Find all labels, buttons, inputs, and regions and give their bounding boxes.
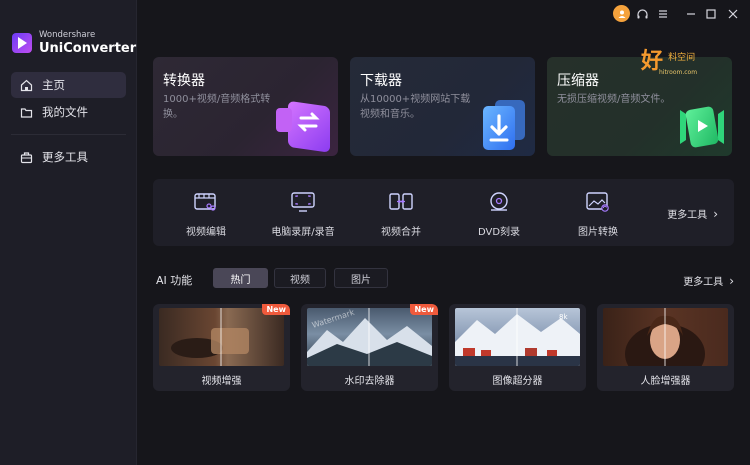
download-icon [483, 100, 525, 150]
tool-video-merge[interactable]: 视频合并 [356, 179, 446, 246]
video-enhance-thumbnail [159, 308, 284, 366]
tab-label: 视频 [290, 274, 310, 286]
dvd-icon [490, 192, 508, 211]
compressor-card[interactable]: 压缩器 无损压缩视频/音频文件。 [547, 57, 732, 156]
card-title: 下载器 [360, 73, 402, 89]
tool-label: 电脑录屏/录音 [271, 227, 335, 238]
maximize-icon[interactable] [702, 5, 720, 23]
video-edit-icon [194, 193, 216, 211]
tool-image-convert[interactable]: 图片转换 [553, 179, 643, 246]
sidebar-item-label: 主页 [42, 78, 65, 92]
sidebar-item-label: 我的文件 [42, 105, 88, 119]
converter-icon [276, 101, 330, 152]
sidebar-divider [11, 134, 126, 135]
converter-card[interactable]: 转换器 1000+视频/音频格式转换。 [153, 57, 338, 156]
ai-section-title: AI 功能 [156, 274, 193, 287]
card-description: 1000+视频/音频格式转换。 [163, 94, 271, 120]
new-badge: New [410, 304, 438, 315]
avatar-icon[interactable] [613, 5, 630, 22]
close-icon[interactable] [724, 5, 742, 23]
card-title: 转换器 [163, 73, 205, 89]
ai-card-video-enhance[interactable]: New 视频增强 [153, 304, 290, 391]
headset-icon[interactable] [633, 5, 651, 23]
image-upscaler-thumbnail: 8k [455, 308, 580, 366]
chevron-right-icon: › [729, 273, 734, 288]
ai-card-face-enhancer[interactable]: 人脸增强器 [597, 304, 734, 391]
menu-icon[interactable] [654, 5, 672, 23]
card-title: 压缩器 [557, 73, 599, 89]
watermark-overlay-text: Watermark [311, 308, 356, 330]
downloader-card[interactable]: 下载器 从10000+视频网站下载视频和音乐。 [350, 57, 535, 156]
ai-more-tools-link[interactable]: 更多工具 › [683, 273, 734, 289]
new-badge: New [262, 304, 290, 315]
face-enhancer-thumbnail [603, 308, 728, 366]
tool-label: 视频合并 [381, 227, 421, 238]
tool-label: 图片转换 [578, 227, 618, 238]
app-name: UniConverter [39, 40, 137, 56]
sidebar-item-home[interactable]: 主页 [11, 72, 126, 98]
ai-card-label: 图像超分器 [492, 376, 543, 387]
sidebar-item-my-files[interactable]: 我的文件 [11, 99, 126, 125]
chevron-right-icon: › [713, 206, 718, 221]
sidebar: Wondershare UniConverter 主页 我的文件 更多工具 [0, 0, 137, 465]
merge-icon [389, 193, 413, 210]
more-tools-label: 更多工具 [667, 210, 708, 221]
tool-video-edit[interactable]: 视频编辑 [161, 179, 251, 246]
ai-card-watermark-remover[interactable]: Watermark New 水印去除器 [301, 304, 438, 391]
tool-dvd-burn[interactable]: DVD刻录 [454, 179, 544, 246]
ai-card-image-upscaler[interactable]: 8k 图像超分器 [449, 304, 586, 391]
tab-video[interactable]: 视频 [274, 268, 326, 288]
tab-label: 热门 [230, 274, 251, 286]
app-logo: Wondershare UniConverter [11, 31, 136, 55]
tab-label: 图片 [351, 274, 371, 286]
minimize-icon[interactable] [682, 5, 700, 23]
watermark-url: hitroom.com [659, 69, 698, 76]
folder-icon [20, 106, 33, 119]
sidebar-item-more-tools[interactable]: 更多工具 [11, 144, 126, 170]
resolution-overlay-text: 8k [559, 313, 568, 321]
toolbox-icon [20, 151, 33, 164]
more-tools-label: 更多工具 [683, 277, 724, 288]
watermark-remover-thumbnail: Watermark [307, 308, 432, 366]
ai-card-label: 人脸增强器 [640, 376, 691, 387]
compress-icon [680, 106, 724, 148]
tools-bar: 视频编辑 电脑录屏/录音 视频合并 DVD刻录 图片转换 更多工具 › [153, 179, 734, 246]
image-convert-icon [586, 192, 609, 212]
tool-screen-record[interactable]: 电脑录屏/录音 [258, 179, 348, 246]
brand-text: Wondershare [39, 30, 96, 40]
uniconverter-logo-icon [12, 32, 32, 53]
more-tools-link[interactable]: 更多工具 › [667, 206, 718, 222]
watermark-logo: 好 料空间 hitroom.com [641, 43, 697, 76]
watermark-sub: 料空间 [668, 53, 696, 63]
card-description: 无损压缩视频/音频文件。 [557, 94, 671, 105]
ai-card-label: 视频增强 [201, 376, 242, 387]
ai-card-label: 水印去除器 [344, 376, 395, 387]
card-description: 从10000+视频网站下载视频和音乐。 [360, 94, 471, 120]
home-icon [20, 79, 33, 92]
screen-record-icon [291, 192, 315, 212]
tab-image[interactable]: 图片 [334, 268, 388, 288]
sidebar-item-label: 更多工具 [42, 150, 88, 164]
tab-hot[interactable]: 热门 [213, 268, 268, 288]
tool-label: 视频编辑 [186, 227, 226, 238]
tool-label: DVD刻录 [477, 227, 521, 238]
